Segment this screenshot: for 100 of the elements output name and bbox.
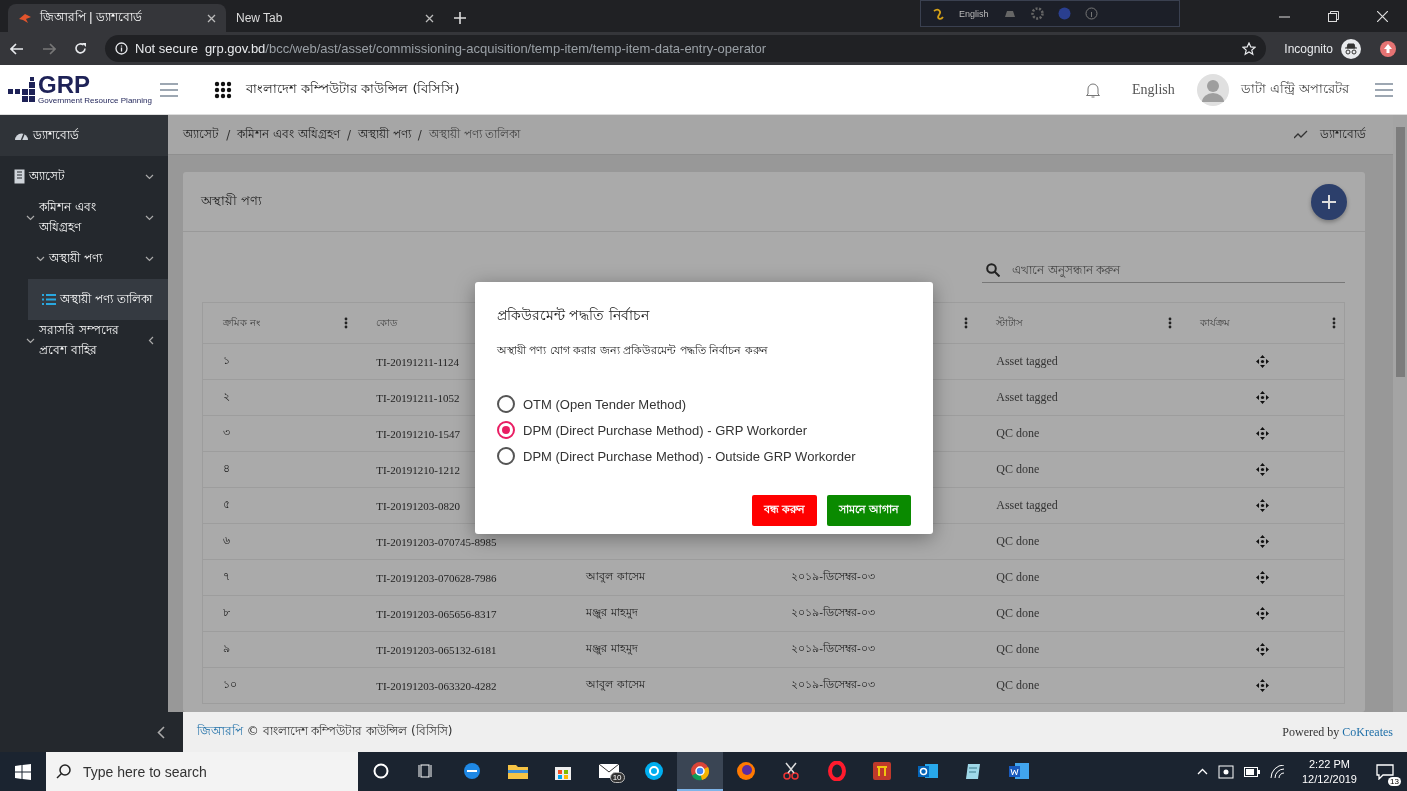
radio-option[interactable]: DPM (Direct Purchase Method) - GRP Workorder [497,417,911,443]
breadcrumb-link[interactable]: অস্থায়ী পণ্য [357,124,411,145]
apps-grid-icon[interactable] [214,80,232,99]
move-arrows-icon[interactable] [1255,643,1269,656]
dashboard-link[interactable]: ড্যাশবোর্ড [1320,124,1367,145]
table-cell: QC done [996,642,1040,657]
table-cell-text: ৪ [223,461,231,476]
plus-icon [1322,194,1337,209]
wifi-icon[interactable] [1269,764,1286,779]
info-icon [115,42,128,55]
user-name[interactable]: ডাটা এন্ট্রি অপারেটর [1240,79,1349,100]
brand-link[interactable]: জিআরপি [197,724,243,738]
move-arrows-icon[interactable] [1255,571,1269,584]
organization-name: বাংলাদেশ কম্পিউটার কাউন্সিল (বিসিসি) [246,80,460,98]
taskbar-search-field[interactable]: Type here to search [81,762,358,781]
back-arrow-icon[interactable] [10,42,24,55]
star-icon[interactable] [1242,41,1257,56]
update-icon[interactable] [1379,39,1397,58]
table-cell: QC done [996,606,1040,621]
add-button[interactable] [1311,183,1348,220]
sidebar-item[interactable]: সরাসরি সম্পদের প্রবেশ বাহির [0,320,169,361]
table-cell: TI-20191203-065132-6181 [376,643,497,656]
speech-bubble-icon [1376,763,1394,780]
move-arrows-icon[interactable] [1255,391,1269,404]
move-arrows-icon[interactable] [1255,463,1269,476]
sidebar-item[interactable]: অস্থায়ী পণ্য তালিকা [28,279,169,320]
radio-option[interactable]: OTM (Open Tender Method) [497,391,911,417]
table-cell-text: আবুল কাসেম [586,677,645,693]
kebab-icon[interactable] [344,317,349,329]
browser-tab[interactable]: জিআরপি | ড্যাশবোর্ড [8,4,226,32]
breadcrumb-link[interactable]: অ্যাসেট [183,124,220,145]
table-cell-text: মঞ্জুর মাহমুদ [586,641,638,657]
browser-icon [689,760,710,781]
sidebar-item[interactable]: কমিশন এবং অধিগ্রহণ [0,197,169,238]
sidebar-item[interactable]: অস্থায়ী পণ্য [0,238,169,279]
scissors-icon [781,760,802,781]
table-cell: QC done [996,570,1040,585]
close-button[interactable]: বন্ধ করুন [751,495,817,526]
kebab-icon[interactable] [1168,317,1173,329]
reload-icon[interactable] [74,42,87,55]
avatar-icon[interactable] [1196,73,1229,106]
ring-icon [826,760,847,781]
table-cell: TI-20191211-1052 [376,391,460,404]
table-cell-text: ৭ [223,569,231,584]
incognito-icon[interactable] [1341,38,1361,59]
move-arrows-icon[interactable] [1255,679,1269,692]
kebab-icon[interactable] [964,317,969,329]
forward-arrow-icon[interactable] [42,42,56,55]
vendor-link[interactable]: CoKreates [1342,724,1393,739]
next-button[interactable]: সামনে আগান [826,495,911,526]
address-bar[interactable]: Not secure grp.gov.bd/bcc/web/ast/asset/commissioning-acquisition/temp-item/temp-item-data-entry-operator [105,35,1267,62]
sidebar-item[interactable]: অ্যাসেট [0,156,169,197]
taskbar-button[interactable]: 10 [585,752,632,791]
scrollbar[interactable] [1393,115,1407,712]
radio-button[interactable] [497,395,515,413]
table-cell: QC done [996,534,1040,549]
move-arrows-icon[interactable] [1255,427,1269,440]
close-icon[interactable] [425,13,434,23]
language-link[interactable]: English [1131,81,1175,98]
help-icon [1057,7,1071,20]
logo[interactable]: GRP Government Resource Planning [0,74,160,105]
taskbar-search-box[interactable]: Type here to search [46,752,358,791]
browser-icon [462,760,482,781]
battery-icon[interactable] [1243,766,1260,777]
circle-icon [372,762,389,779]
breadcrumb-link[interactable]: কমিশন এবং অধিগ্রহণ [237,124,340,145]
letter-icon [931,6,945,21]
browser-tab[interactable]: New Tab [226,4,444,32]
clock[interactable]: 2:22 PM 12/12/2019 [1301,756,1357,787]
search-field[interactable]: এখানে অনুসন্ধান করুন [1010,262,1346,278]
radio-button[interactable] [497,447,515,465]
radio-button[interactable] [497,421,515,439]
move-arrows-icon[interactable] [1255,607,1269,620]
taskbar-button[interactable] [677,752,723,791]
move-arrows-icon[interactable] [1255,355,1269,368]
language-bar: English [920,0,1180,27]
chevron-left-icon[interactable] [157,725,165,739]
table-cell: TI-20191203-070745-8985 [376,535,497,548]
bell-icon[interactable] [1085,81,1100,98]
move-arrows-icon[interactable] [1255,499,1269,512]
tray-app-icon[interactable] [1217,764,1234,779]
move-arrows-icon[interactable] [1255,535,1269,548]
close-icon[interactable] [1377,10,1388,22]
maximize-icon[interactable] [1328,10,1339,22]
column-header: স্টাটাস [996,315,1024,330]
browser-icon [735,760,756,781]
table-cell: TI-20191203-065656-8317 [376,607,497,620]
table-cell: TI-20191203-070628-7986 [376,571,497,584]
kebab-icon[interactable] [1332,317,1337,329]
sidebar-item[interactable]: ড্যাশবোর্ড [0,115,169,156]
chevron-down-icon [36,255,45,262]
close-icon[interactable] [207,13,216,23]
dialog-message: অস্থায়ী পণ্য যোগ করার জন্য প্রকিউরমেন্ট পদ্ধতি নির্বাচন করুন [497,343,769,359]
chevron-up-icon[interactable] [1196,768,1208,775]
table-cell-text: ৯ [223,641,231,656]
radio-option[interactable]: DPM (Direct Purchase Method) - Outside GRP Workorder [497,443,911,469]
table-cell-text: মঞ্জুর মাহমুদ [586,605,638,621]
plus-icon[interactable] [454,12,466,24]
document-icon [1008,760,1031,781]
security-label: Not secure [135,41,198,56]
